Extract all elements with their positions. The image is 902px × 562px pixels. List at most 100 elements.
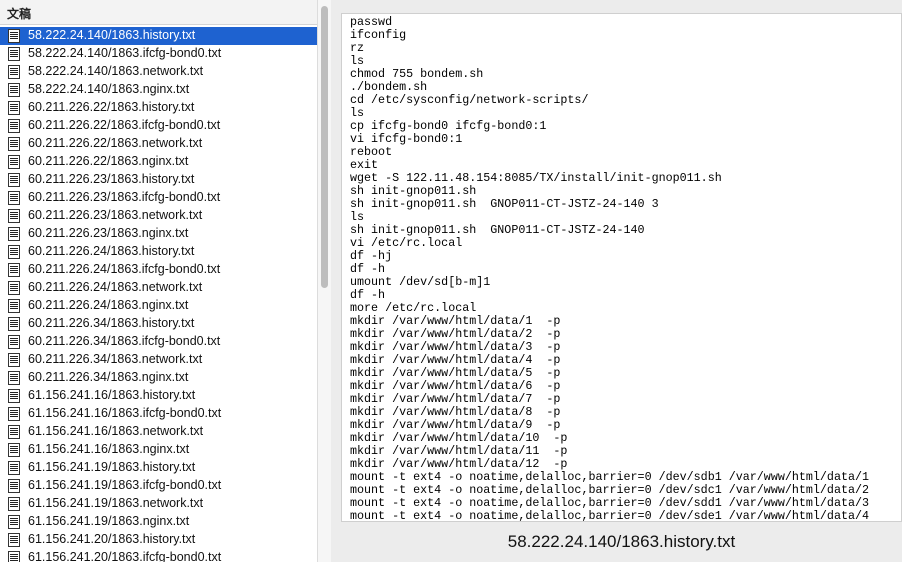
document-icon: [8, 551, 20, 562]
document-icon: [8, 245, 20, 259]
file-list-item[interactable]: 60.211.226.22/1863.ifcfg-bond0.txt: [0, 117, 317, 135]
file-list-item-label: 60.211.226.24/1863.history.txt: [28, 244, 195, 258]
file-list-item[interactable]: 60.211.226.34/1863.ifcfg-bond0.txt: [0, 333, 317, 351]
document-icon: [8, 533, 20, 547]
file-list-item-label: 61.156.241.16/1863.nginx.txt: [28, 442, 190, 456]
file-list-item[interactable]: 60.211.226.22/1863.network.txt: [0, 135, 317, 153]
file-list-item[interactable]: 58.222.24.140/1863.network.txt: [0, 63, 317, 81]
file-list-item[interactable]: 60.211.226.34/1863.history.txt: [0, 315, 317, 333]
file-list-item-label: 60.211.226.24/1863.network.txt: [28, 280, 203, 294]
file-list-item[interactable]: 61.156.241.19/1863.history.txt: [0, 459, 317, 477]
file-list-item-label: 60.211.226.23/1863.network.txt: [28, 208, 203, 222]
document-icon: [8, 497, 20, 511]
content-line: mount -t ext4 -o noatime,delalloc,barrie…: [350, 509, 870, 522]
content-line: vi ifcfg-bond0:1: [350, 132, 463, 146]
file-list-title: 文稿: [7, 7, 32, 21]
document-icon: [8, 479, 20, 493]
file-list-item-label: 61.156.241.19/1863.ifcfg-bond0.txt: [28, 478, 222, 492]
file-list-item-label: 60.211.226.23/1863.ifcfg-bond0.txt: [28, 190, 221, 204]
file-list-item-label: 60.211.226.22/1863.nginx.txt: [28, 154, 189, 168]
file-list-item-label: 58.222.24.140/1863.ifcfg-bond0.txt: [28, 46, 222, 60]
file-list-item[interactable]: 60.211.226.23/1863.ifcfg-bond0.txt: [0, 189, 317, 207]
file-list-item[interactable]: 60.211.226.22/1863.nginx.txt: [0, 153, 317, 171]
document-icon: [8, 155, 20, 169]
file-list: 58.222.24.140/1863.history.txt 58.222.24.…: [0, 27, 317, 562]
preview-filename: 58.222.24.140/1863.history.txt: [507, 532, 736, 551]
content-line: passwd: [350, 15, 393, 29]
file-list-item[interactable]: 61.156.241.16/1863.history.txt: [0, 387, 317, 405]
document-icon: [8, 461, 20, 475]
document-icon: [8, 425, 20, 439]
file-list-item[interactable]: 58.222.24.140/1863.ifcfg-bond0.txt: [0, 45, 317, 63]
document-icon: [8, 101, 20, 115]
file-list-item[interactable]: 61.156.241.16/1863.network.txt: [0, 423, 317, 441]
file-list-item-label: 61.156.241.16/1863.ifcfg-bond0.txt: [28, 406, 222, 420]
file-list-item-label: 60.211.226.22/1863.history.txt: [28, 100, 195, 114]
document-icon: [8, 389, 20, 403]
file-list-item[interactable]: 61.156.241.19/1863.network.txt: [0, 495, 317, 513]
document-icon: [8, 515, 20, 529]
file-list-item-label: 61.156.241.19/1863.network.txt: [28, 496, 204, 510]
file-list-item[interactable]: 60.211.226.34/1863.network.txt: [0, 351, 317, 369]
document-icon: [8, 335, 20, 349]
file-list-item-label: 58.222.24.140/1863.nginx.txt: [28, 82, 190, 96]
document-icon: [8, 29, 20, 43]
file-list-item[interactable]: 60.211.226.23/1863.history.txt: [0, 171, 317, 189]
content-line: cd /etc/sysconfig/network-scripts/: [350, 93, 589, 107]
document-icon: [8, 173, 20, 187]
file-list-item[interactable]: 60.211.226.24/1863.nginx.txt: [0, 297, 317, 315]
file-list-item[interactable]: 60.211.226.23/1863.network.txt: [0, 207, 317, 225]
content-line: rz: [350, 41, 365, 55]
file-list-item[interactable]: 60.211.226.34/1863.nginx.txt: [0, 369, 317, 387]
document-icon: [8, 191, 20, 205]
document-icon: [8, 281, 20, 295]
file-list-item-label: 58.222.24.140/1863.history.txt: [28, 28, 196, 42]
content-line: ifconfig: [350, 28, 407, 42]
document-icon: [8, 137, 20, 151]
document-icon: [8, 83, 20, 97]
file-list-item[interactable]: 58.222.24.140/1863.nginx.txt: [0, 81, 317, 99]
file-list-item[interactable]: 60.211.226.24/1863.history.txt: [0, 243, 317, 261]
file-list-item-label: 61.156.241.19/1863.history.txt: [28, 460, 196, 474]
file-list-item[interactable]: 61.156.241.19/1863.ifcfg-bond0.txt: [0, 477, 317, 495]
document-icon: [8, 65, 20, 79]
document-icon: [8, 317, 20, 331]
file-list-item[interactable]: 61.156.241.16/1863.ifcfg-bond0.txt: [0, 405, 317, 423]
file-list-item-label: 60.211.226.34/1863.history.txt: [28, 316, 195, 330]
document-icon: [8, 227, 20, 241]
file-list-item[interactable]: 61.156.241.19/1863.nginx.txt: [0, 513, 317, 531]
file-list-item[interactable]: 61.156.241.20/1863.ifcfg-bond0.txt: [0, 549, 317, 562]
file-list-item-label: 60.211.226.24/1863.ifcfg-bond0.txt: [28, 262, 221, 276]
document-icon: [8, 299, 20, 313]
file-list-item-label: 61.156.241.16/1863.network.txt: [28, 424, 204, 438]
file-list-item[interactable]: 60.211.226.24/1863.ifcfg-bond0.txt: [0, 261, 317, 279]
file-list-item-label: 60.211.226.24/1863.nginx.txt: [28, 298, 189, 312]
file-list-item-label: 60.211.226.22/1863.network.txt: [28, 136, 203, 150]
file-list-item-label: 58.222.24.140/1863.network.txt: [28, 64, 204, 78]
content-line: df -hj: [350, 249, 393, 263]
document-icon: [8, 119, 20, 133]
document-icon: [8, 407, 20, 421]
file-list-item-label: 60.211.226.22/1863.ifcfg-bond0.txt: [28, 118, 221, 132]
file-list-item[interactable]: 60.211.226.23/1863.nginx.txt: [0, 225, 317, 243]
document-icon: [8, 371, 20, 385]
content-line: reboot: [350, 145, 393, 159]
file-list-item[interactable]: 61.156.241.16/1863.nginx.txt: [0, 441, 317, 459]
file-list-item[interactable]: 60.211.226.22/1863.history.txt: [0, 99, 317, 117]
document-icon: [8, 263, 20, 277]
document-icon: [8, 47, 20, 61]
scrollbar-thumb[interactable]: [321, 6, 328, 288]
file-list-item-label: 60.211.226.34/1863.network.txt: [28, 352, 203, 366]
document-icon: [8, 209, 20, 223]
file-list-item-label: 61.156.241.20/1863.ifcfg-bond0.txt: [28, 550, 222, 562]
file-list-item-label: 61.156.241.16/1863.history.txt: [28, 388, 196, 402]
content-line: vi /etc/rc.local: [350, 236, 463, 250]
file-list-item[interactable]: 58.222.24.140/1863.history.txt: [0, 27, 317, 45]
file-list-header: 文稿: [0, 0, 318, 25]
file-list-item[interactable]: 60.211.226.24/1863.network.txt: [0, 279, 317, 297]
document-icon: [8, 443, 20, 457]
file-list-scrollbar[interactable]: [317, 0, 331, 562]
document-icon: [8, 353, 20, 367]
file-list-item[interactable]: 61.156.241.20/1863.history.txt: [0, 531, 317, 549]
file-list-item-label: 60.211.226.34/1863.ifcfg-bond0.txt: [28, 334, 221, 348]
